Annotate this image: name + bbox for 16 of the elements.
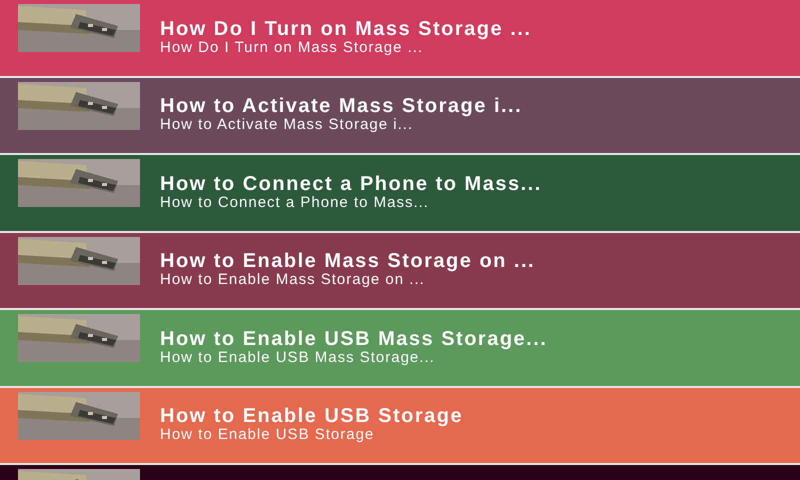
item-title: How to Enable USB Storage xyxy=(160,407,464,426)
item-subtitle: How to Activate Mass Storage i... xyxy=(160,116,414,134)
item-title: How to Enable Mass Storage on ... xyxy=(160,252,536,272)
item-subtitle: How to Enable USB Mass Storage... xyxy=(160,348,436,366)
item-subtitle: How Do I Turn on Mass Storage ... xyxy=(160,38,424,56)
item-title: How Do I Turn on Mass Storage ... xyxy=(160,20,532,39)
item-subtitle: How to Connect a Phone to Mass... xyxy=(160,194,430,211)
item-title: How to Enable USB Mass Storage... xyxy=(160,330,548,349)
list-item[interactable]: How to Enable Mass Storage on ... How to Enable Mass Storage on ... xyxy=(0,232,800,308)
item-title: How to Activate Mass Storage i... xyxy=(160,97,524,116)
list-item[interactable]: How to Activate Mass Storage i... How to Activate Mass Storage i... xyxy=(0,78,800,153)
list-item[interactable]: How to Connect a Phone to Mass... How to Connect a Phone to Mass... xyxy=(0,155,800,230)
item-subtitle: How to Enable USB Storage xyxy=(160,426,376,444)
item-subtitle: How to Enable Mass Storage on ... xyxy=(160,271,425,288)
list-item[interactable]: How Do I Turn on Mass Storage ... How Do I Turn on Mass Storage ... xyxy=(0,0,800,76)
item-title: How to Connect a Phone to Mass... xyxy=(160,174,543,194)
